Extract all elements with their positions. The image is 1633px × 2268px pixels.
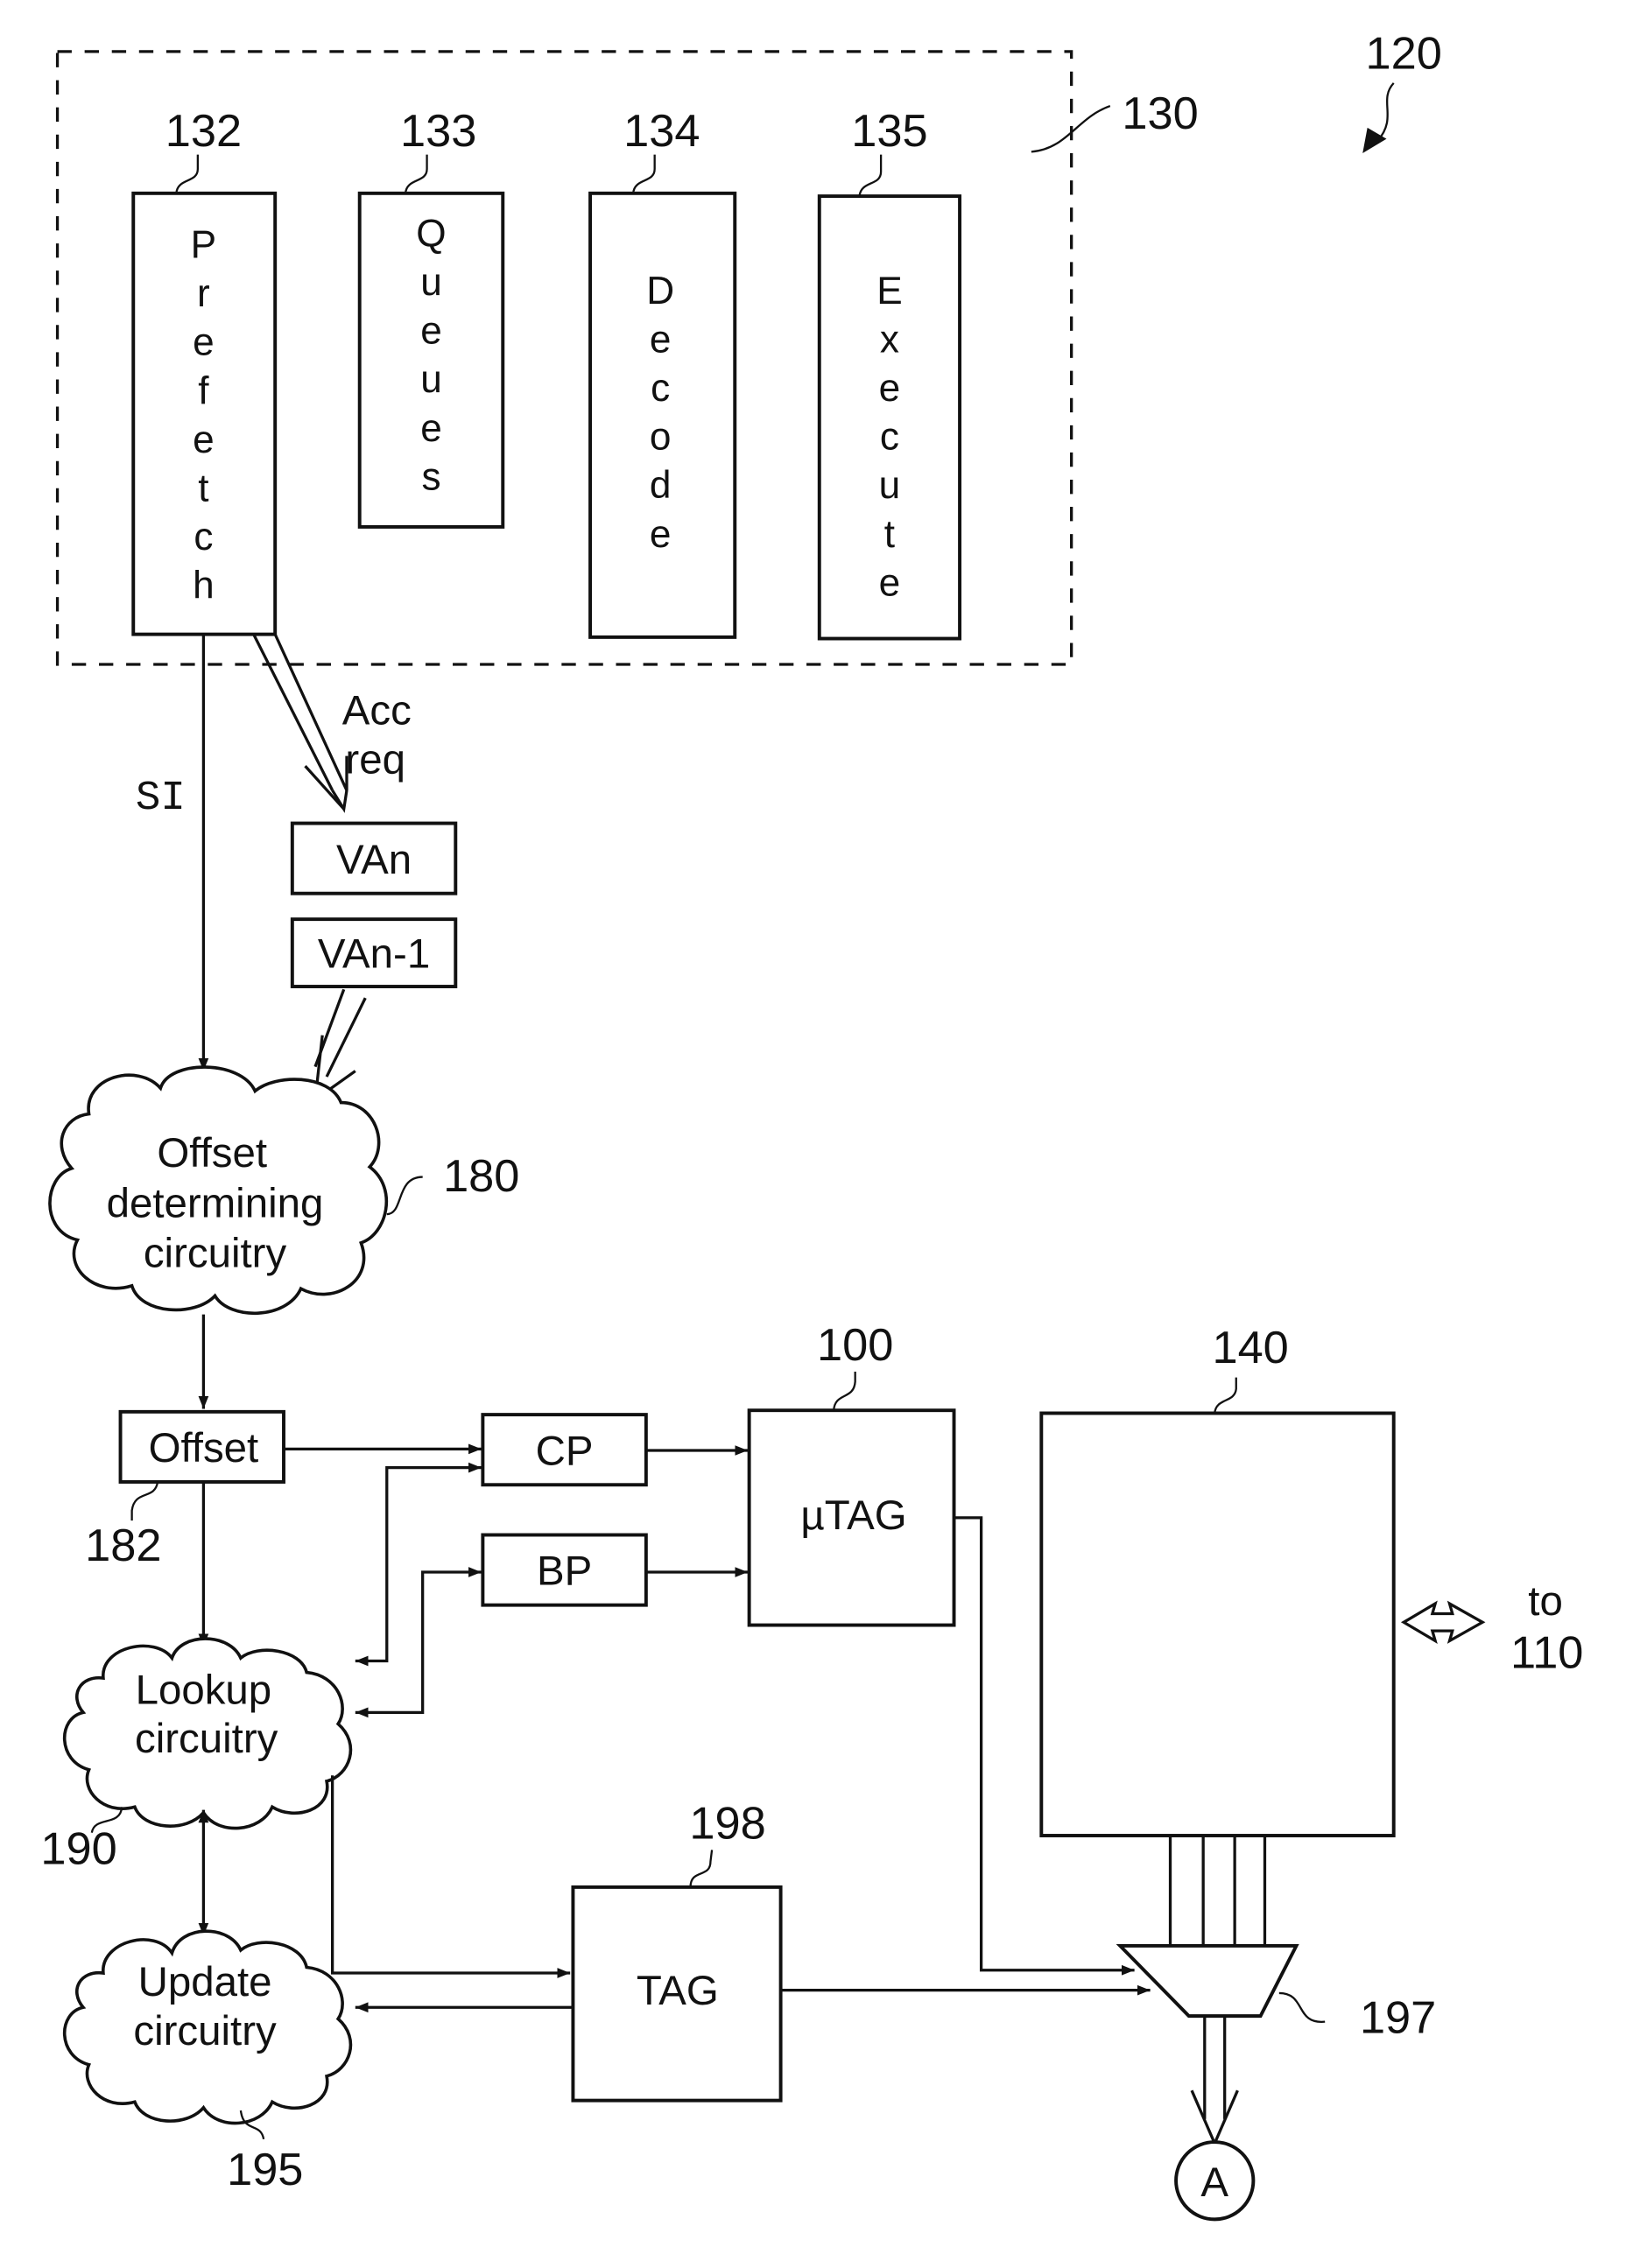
ref-133-label: 133 [400, 106, 476, 157]
patent-figure: 120 130 132 Prefetch 133 Queues 134 Deco… [40, 29, 1583, 2222]
offset-box-label: Offset [149, 1425, 259, 1471]
tag-box-label: TAG [637, 1968, 719, 2014]
stage-label-letter: P [191, 223, 216, 266]
ref-120-label: 120 [1365, 29, 1441, 80]
stage-label-letter: u [420, 358, 442, 401]
ref-198-label: 198 [689, 1798, 765, 1849]
stage-queues: 133 Queues [357, 106, 505, 529]
ref-135-leader [858, 154, 883, 197]
stage-label-letter: r [197, 272, 210, 315]
ref-134-label: 134 [623, 106, 700, 157]
stage-label-letter: Q [416, 212, 446, 255]
stage-label-letter: e [879, 561, 901, 604]
stage-label-letter: e [193, 321, 215, 364]
ref-134-leader [631, 154, 656, 194]
ref-197-leader [1278, 1991, 1326, 2023]
ref-182-label: 182 [85, 1520, 161, 1571]
ref-195-label: 195 [227, 2145, 303, 2195]
ref-197-label: 197 [1360, 1993, 1436, 2044]
offset-circuit-label-line2: determining [107, 1180, 324, 1226]
ref-198-leader [689, 1850, 714, 1887]
stage-decode: 134 Decode [588, 106, 737, 639]
ref-132-leader [175, 154, 200, 194]
ref-100-leader [832, 1372, 856, 1411]
ref-120-leader-arrow [1376, 82, 1395, 142]
acc-req-label-line2: req [345, 736, 405, 783]
stage-label-letter: E [876, 270, 902, 312]
stage-prefetch: 132 Prefetch [131, 106, 278, 636]
ref-133-leader [404, 154, 428, 194]
utag-box-label: µTAG [800, 1492, 906, 1539]
stage-label-letter: D [646, 270, 674, 312]
stage-label-letter: h [193, 565, 215, 607]
mux-output-arrow [1190, 2016, 1239, 2147]
stage-label-letter: x [880, 318, 899, 361]
stage-label-letter: e [650, 318, 672, 361]
ref-190-label: 190 [40, 1824, 116, 1875]
cp-box-label: CP [536, 1428, 594, 1474]
update-label-line2: circuitry [133, 2008, 277, 2054]
ref-132-label: 132 [165, 106, 242, 157]
stage-label-letter: t [884, 513, 895, 556]
acc-req-label-line1: Acc [342, 688, 412, 734]
connector-a-label: A [1200, 2159, 1228, 2206]
stage-label-letter: c [651, 367, 670, 410]
access-request-arrow [252, 633, 348, 813]
lookup-label-line2: circuitry [135, 1716, 278, 1762]
ref-140-label: 140 [1212, 1323, 1288, 1373]
external-label-line2: 110 [1510, 1628, 1583, 1679]
ref-130-label: 130 [1122, 88, 1198, 139]
external-label-line1: to [1528, 1578, 1563, 1625]
si-label: SI [136, 776, 186, 822]
ref-182-leader [130, 1481, 159, 1521]
update-label-line1: Update [138, 1959, 272, 2005]
stage-label-letter: u [879, 464, 901, 507]
stage-label-letter: c [194, 516, 213, 558]
stage-label-letter: e [193, 418, 215, 461]
van-register-label: VAn [336, 837, 412, 883]
stage-label-letter: o [650, 416, 672, 459]
cache-to-mux-lines [1168, 1836, 1267, 1946]
cache-box [1039, 1411, 1396, 1837]
lookup-to-tag-line [330, 1775, 571, 1978]
stage-label-letter: f [198, 369, 209, 412]
lookup-bp-link [355, 1567, 482, 1718]
ref-100-label: 100 [817, 1320, 893, 1371]
lookup-label-line1: Lookup [136, 1668, 272, 1714]
bp-box-label: BP [537, 1548, 592, 1595]
stage-label-letter: e [420, 407, 442, 450]
stage-label-letter: e [650, 513, 672, 556]
stage-label-letter: e [879, 367, 901, 410]
external-bidirectional-arrow [1400, 1600, 1486, 1645]
stage-label-letter: s [421, 455, 440, 498]
offset-circuit-label-line1: Offset [157, 1130, 267, 1176]
ref-135-label: 135 [851, 106, 927, 157]
multiplexer [1116, 1943, 1299, 2019]
ref-120-arrowhead-icon [1362, 127, 1387, 154]
stage-label-letter: d [650, 464, 672, 507]
stage-label-letter: u [420, 261, 442, 304]
stage-label-letter: t [198, 467, 208, 510]
ref-180-label: 180 [443, 1151, 519, 1202]
lookup-cp-link [355, 1462, 482, 1667]
ref-140-leader [1214, 1377, 1237, 1414]
offset-circuit-label-line3: circuitry [144, 1231, 287, 1277]
stage-label-letter: c [880, 416, 899, 459]
van-1-register-label: VAn-1 [318, 931, 430, 978]
ref-180-leader [386, 1176, 423, 1216]
stage-label-letter: e [420, 310, 442, 353]
stage-execute: 135 Execute [817, 106, 962, 641]
